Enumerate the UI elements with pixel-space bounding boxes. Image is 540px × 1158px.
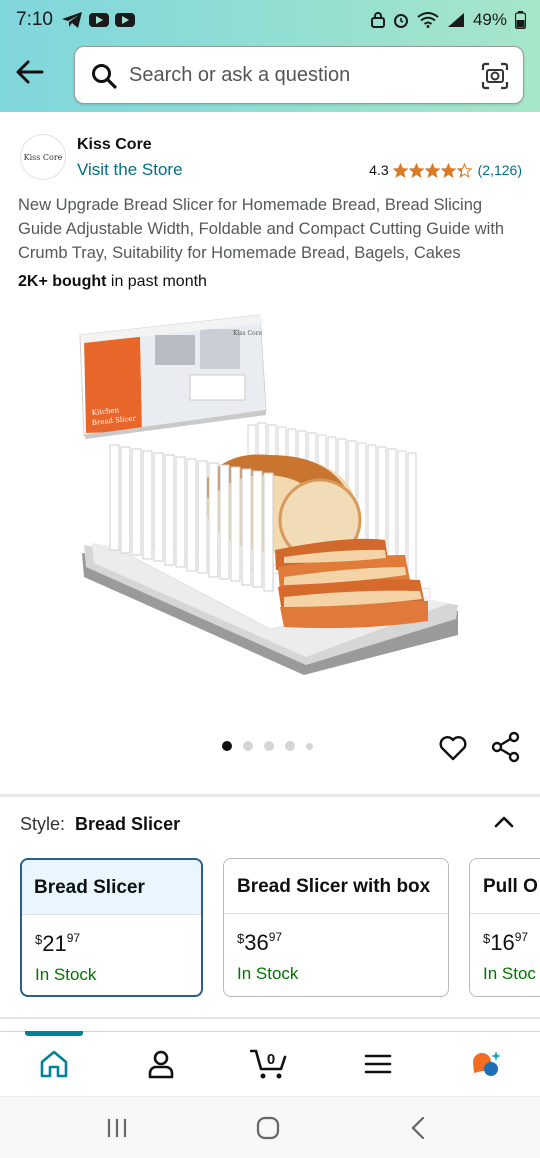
bought-info: 2K+ bought in past month [18,273,207,291]
style-selector-header[interactable]: Style: Bread Slicer [20,814,180,835]
box-brand: Kiss Core [233,330,263,337]
option-name: Pull O [470,859,540,914]
image-carousel-dots[interactable] [222,741,313,751]
star-icon [408,162,424,178]
menu-icon[interactable] [362,1048,394,1080]
style-option-bread-slicer-with-box[interactable]: Bread Slicer with box $3697 In Stock [223,858,449,997]
star-icon [440,162,456,178]
app-root: 7:10 49% Search or ask a question Kiss C… [0,0,540,1158]
brand-logo-text: Kiss Core [23,152,63,162]
option-stock: In Stoc [483,964,536,983]
search-input[interactable]: Search or ask a question [74,46,524,104]
youtube-icon-2 [114,13,135,27]
bottom-nav: 0 [0,1031,540,1095]
cart-icon[interactable]: 0 [250,1048,288,1080]
option-name: Bread Slicer with box [224,859,448,914]
back-button-icon[interactable] [405,1115,433,1141]
rating-value: 4.3 [369,162,389,178]
signal-icon [447,13,464,27]
price-whole: 36 [244,930,269,955]
camera-search-icon[interactable] [481,62,509,90]
visit-store-link[interactable]: Visit the Store [77,160,183,180]
rating-summary[interactable]: 4.3 (2,126) [369,162,522,178]
battery-icon [515,11,526,29]
rating-count[interactable]: (2,126) [478,162,522,178]
youtube-icon [88,13,109,27]
style-option-pull-out[interactable]: Pull O $1697 In Stoc [469,858,540,997]
option-stock: In Stock [35,965,97,984]
carousel-dot[interactable] [285,741,295,751]
star-icon [424,162,440,178]
telegram-icon [61,12,82,28]
style-option-bread-slicer[interactable]: Bread Slicer $2197 In Stock [20,858,203,997]
brand-name: Kiss Core [77,136,152,153]
carousel-dot[interactable] [264,741,274,751]
status-time: 7:10 [16,9,53,30]
heart-icon[interactable] [438,733,468,763]
alarm-icon [393,14,408,28]
star-icon [456,162,472,178]
price-fraction: 97 [514,930,529,944]
option-name: Bread Slicer [22,860,201,915]
bought-count: 2K+ bought [18,273,107,290]
carousel-dot[interactable] [222,741,232,751]
price-fraction: 97 [66,931,81,945]
account-icon[interactable] [145,1048,177,1080]
battery-percent: 49% [472,10,507,29]
carousel-dot[interactable] [306,742,313,750]
section-divider [0,794,540,797]
notification-icons [61,11,135,29]
home-icon[interactable] [38,1048,70,1080]
search-placeholder: Search or ask a question [129,64,351,86]
package-box-illustration: Kitchen Bread Slicer Kiss Core [79,314,267,439]
lock-icon [370,12,385,28]
price-whole: 21 [42,931,67,956]
section-divider-2 [0,1017,540,1019]
status-right: 49% [370,10,526,30]
star-icon [392,162,408,178]
cart-count: 0 [267,1051,275,1068]
search-row: Search or ask a question [0,44,540,108]
share-icon[interactable] [490,731,522,763]
home-button-icon[interactable] [254,1115,282,1141]
active-tab-indicator [25,1031,83,1036]
search-icon [92,64,117,89]
bought-period: in past month [106,273,207,290]
carousel-dot[interactable] [243,741,253,751]
product-image[interactable]: Kitchen Bread Slicer Kiss Core [70,305,470,690]
price-fraction: 97 [268,930,283,944]
status-bar: 7:10 49% [0,0,540,40]
recent-apps-icon[interactable] [103,1115,131,1141]
product-title: New Upgrade Bread Slicer for Homemade Br… [18,196,505,262]
chevron-up-icon[interactable] [490,808,518,836]
option-price: $3697 [224,914,448,956]
wifi-icon [417,12,439,28]
price-whole: 16 [490,930,515,955]
brand-logo[interactable]: Kiss Core [20,134,66,180]
rating-stars [392,162,472,178]
rufus-icon[interactable] [470,1048,502,1080]
option-stock: In Stock [237,964,299,983]
style-value: Bread Slicer [75,814,181,834]
header: 7:10 49% Search or ask a question [0,0,540,112]
option-price: $2197 [22,915,201,957]
system-nav-bar [0,1096,540,1158]
back-arrow-icon[interactable] [14,56,46,88]
style-label: Style: [20,814,66,834]
option-price: $1697 [470,914,540,956]
